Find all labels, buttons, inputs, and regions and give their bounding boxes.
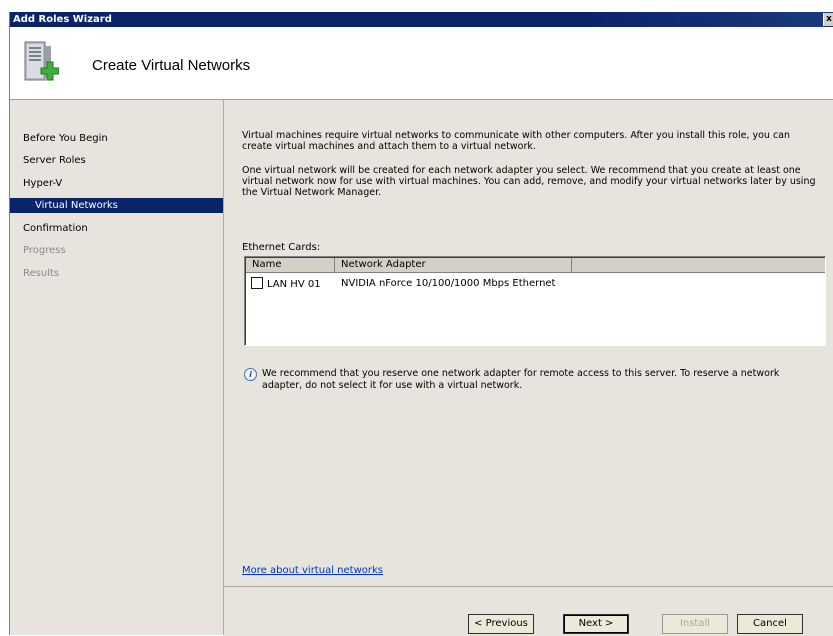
wizard-footer: < Previous Next > Install Cancel <box>224 586 833 636</box>
table-row[interactable]: LAN HV 01 NVIDIA nForce 10/100/1000 Mbps… <box>251 277 555 290</box>
adapter-checkbox[interactable] <box>251 277 263 289</box>
more-about-virtual-networks-link[interactable]: More about virtual networks <box>242 565 383 576</box>
install-button: Install <box>662 614 728 634</box>
sidebar-item-before-you-begin[interactable]: Before You Begin <box>10 131 223 146</box>
list-header: Name Network Adapter <box>246 258 825 273</box>
sidebar-item-virtual-networks[interactable]: Virtual Networks <box>10 198 223 213</box>
sidebar-item-confirmation[interactable]: Confirmation <box>10 221 223 236</box>
sidebar-item-hyper-v[interactable]: Hyper-V <box>10 176 223 191</box>
info-icon: i <box>244 368 257 381</box>
wizard-window: Add Roles Wizard x Create Virtual Networ… <box>9 12 833 636</box>
wizard-steps-sidebar: Before You Begin Server Roles Hyper-V Vi… <box>10 100 224 635</box>
column-header-network-adapter[interactable]: Network Adapter <box>335 258 572 272</box>
ethernet-cards-label: Ethernet Cards: <box>242 242 320 253</box>
window-title: Add Roles Wizard <box>13 14 112 25</box>
info-text: We recommend that you reserve one networ… <box>262 368 780 391</box>
sidebar-item-results: Results <box>23 268 60 279</box>
ethernet-cards-list[interactable]: Name Network Adapter LAN HV 01 NVIDIA nF… <box>244 256 826 346</box>
column-header-name[interactable]: Name <box>246 258 335 272</box>
sidebar-item-server-roles[interactable]: Server Roles <box>10 153 223 168</box>
ethernet-cards-label-text: Ethernet Cards: <box>242 242 321 253</box>
adapter-description: NVIDIA nForce 10/100/1000 Mbps Ethernet <box>341 278 556 289</box>
previous-button[interactable]: < Previous <box>468 614 534 634</box>
page-title: Create Virtual Networks <box>92 57 251 74</box>
server-add-icon <box>24 41 59 81</box>
next-button[interactable]: Next > <box>563 614 629 634</box>
sidebar-item-progress: Progress <box>23 245 66 256</box>
intro-paragraph: Virtual machines require virtual network… <box>242 130 791 152</box>
column-header-empty <box>572 258 825 272</box>
title-bar[interactable]: Add Roles Wizard x <box>10 12 833 27</box>
adapter-name: LAN HV 01 <box>267 279 321 290</box>
cancel-button[interactable]: Cancel <box>737 614 803 634</box>
instructions-paragraph: One virtual network will be created for … <box>242 165 816 198</box>
wizard-header: Create Virtual Networks <box>10 27 833 100</box>
wizard-content: Virtual machines require virtual network… <box>224 100 833 636</box>
close-icon[interactable]: x <box>823 13 833 26</box>
